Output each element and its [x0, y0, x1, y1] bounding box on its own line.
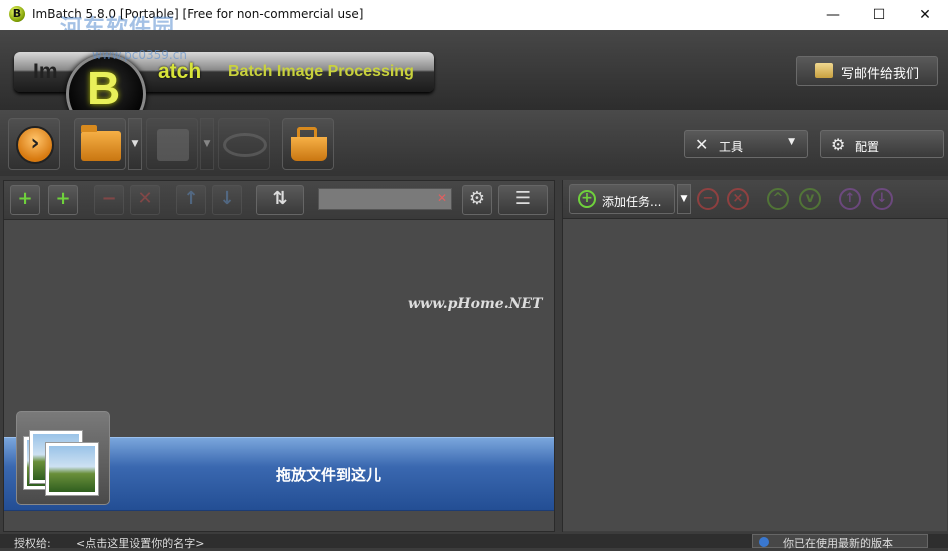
info-icon [759, 537, 769, 547]
watermark-url: www.pc0359.cn [92, 48, 187, 62]
logo-text-right: atch [158, 60, 202, 83]
minimize-button[interactable]: — [810, 0, 856, 30]
clear-icon: ✕ [137, 188, 153, 209]
filter-input[interactable]: ✕ [318, 188, 452, 210]
brand-header: Im B atch Batch Image Processing www.pc0… [0, 30, 948, 134]
task-down-icon[interactable]: v [799, 188, 821, 210]
task-list[interactable] [563, 219, 947, 531]
settings-icon: ⚙ [468, 188, 486, 209]
add-folder-icon: + [55, 188, 71, 209]
wrench-icon: ✕ [695, 135, 709, 154]
file-list-panel: + + − ✕ ↑ ↓ ⇅ ✕ ⚙ ☰ www.pHome.NET 拖放文件到这… [3, 180, 555, 532]
move-down-button[interactable]: ↓ [212, 185, 242, 215]
licensed-to-label: 授权给: [14, 537, 51, 550]
photos-icon [16, 411, 110, 505]
remove-task-icon[interactable]: − [697, 188, 719, 210]
mail-icon [815, 63, 833, 78]
version-status-label: 你已在使用最新的版本 [783, 537, 893, 550]
clear-filter-icon[interactable]: ✕ [437, 191, 447, 205]
app-icon: B [9, 6, 25, 22]
licensed-to-link[interactable]: <点击这里设置你的名字> [76, 535, 204, 551]
task-toolbar: + 添加任务... ▼ − × ^ v ↑ ↓ [563, 180, 948, 219]
watermark-phome: www.pHome.NET [408, 296, 543, 312]
start-button[interactable]: › [8, 118, 60, 170]
clear-button[interactable]: ✕ [130, 185, 160, 215]
disk-icon [157, 129, 189, 161]
logo-text-left: Im [33, 60, 58, 83]
email-us-button[interactable]: 写邮件给我们 [796, 56, 938, 86]
view-icon: ☰ [514, 188, 532, 209]
add-task-dropdown[interactable]: ▼ [677, 184, 691, 214]
sort-icon: ⇅ [272, 188, 288, 209]
chevron-down-icon: ▼ [788, 137, 795, 147]
save-dropdown[interactable]: ▼ [200, 118, 214, 170]
move-down-icon: ↓ [219, 188, 235, 209]
remove-button[interactable]: − [94, 185, 124, 215]
maximize-button[interactable]: ☐ [856, 0, 902, 30]
add-task-label: 添加任务... [602, 195, 662, 209]
sort-button[interactable]: ⇅ [256, 185, 304, 215]
play-icon: › [16, 126, 54, 164]
drop-files-label: 拖放文件到这儿 [276, 466, 382, 484]
eye-icon [223, 133, 267, 157]
task-panel: + 添加任务... ▼ − × ^ v ↑ ↓ [562, 180, 948, 532]
file-list-toolbar: + + − ✕ ↑ ↓ ⇅ ✕ ⚙ ☰ [4, 181, 554, 220]
save-button[interactable] [146, 118, 198, 170]
basket-icon [291, 127, 327, 161]
photo-front [45, 442, 99, 496]
drop-area[interactable]: www.pHome.NET [4, 220, 554, 438]
version-status[interactable]: 你已在使用最新的版本 [752, 534, 928, 550]
add-file-icon: + [17, 188, 33, 209]
settings-label: 配置 [855, 140, 880, 154]
add-file-button[interactable]: + [10, 185, 40, 215]
task-top-icon[interactable]: ↑ [839, 188, 861, 210]
clear-tasks-icon[interactable]: × [727, 188, 749, 210]
remove-icon: − [101, 188, 117, 209]
basket-button[interactable] [282, 118, 334, 170]
open-folder-dropdown[interactable]: ▼ [128, 118, 142, 170]
status-bar: 授权给: <点击这里设置你的名字> 你已在使用最新的版本 [0, 534, 948, 551]
tools-label: 工具 [719, 140, 744, 154]
view-mode-button[interactable]: ☰ [498, 185, 548, 215]
folder-icon [81, 125, 121, 161]
gear-icon: ⚙ [831, 135, 846, 154]
preview-button[interactable] [218, 118, 270, 170]
task-bottom-icon[interactable]: ↓ [871, 188, 893, 210]
move-up-icon: ↑ [183, 188, 199, 209]
close-button[interactable]: ✕ [902, 0, 948, 30]
main-toolbar: › ▼ ▼ ✕ 工具 ▼ ⚙ 配置 [0, 110, 948, 176]
task-up-icon[interactable]: ^ [767, 188, 789, 210]
tools-menu-button[interactable]: ✕ 工具 ▼ [684, 130, 808, 158]
add-icon: + [578, 190, 596, 208]
settings-button[interactable]: ⚙ 配置 [820, 130, 944, 158]
email-us-label: 写邮件给我们 [841, 67, 920, 82]
add-folder-button[interactable]: + [48, 185, 78, 215]
move-up-button[interactable]: ↑ [176, 185, 206, 215]
open-folder-button[interactable] [74, 118, 126, 170]
logo-tagline: Batch Image Processing [228, 63, 414, 80]
image-settings-button[interactable]: ⚙ [462, 185, 492, 215]
add-task-button[interactable]: + 添加任务... [569, 184, 675, 214]
logo-letter: B [87, 62, 121, 114]
